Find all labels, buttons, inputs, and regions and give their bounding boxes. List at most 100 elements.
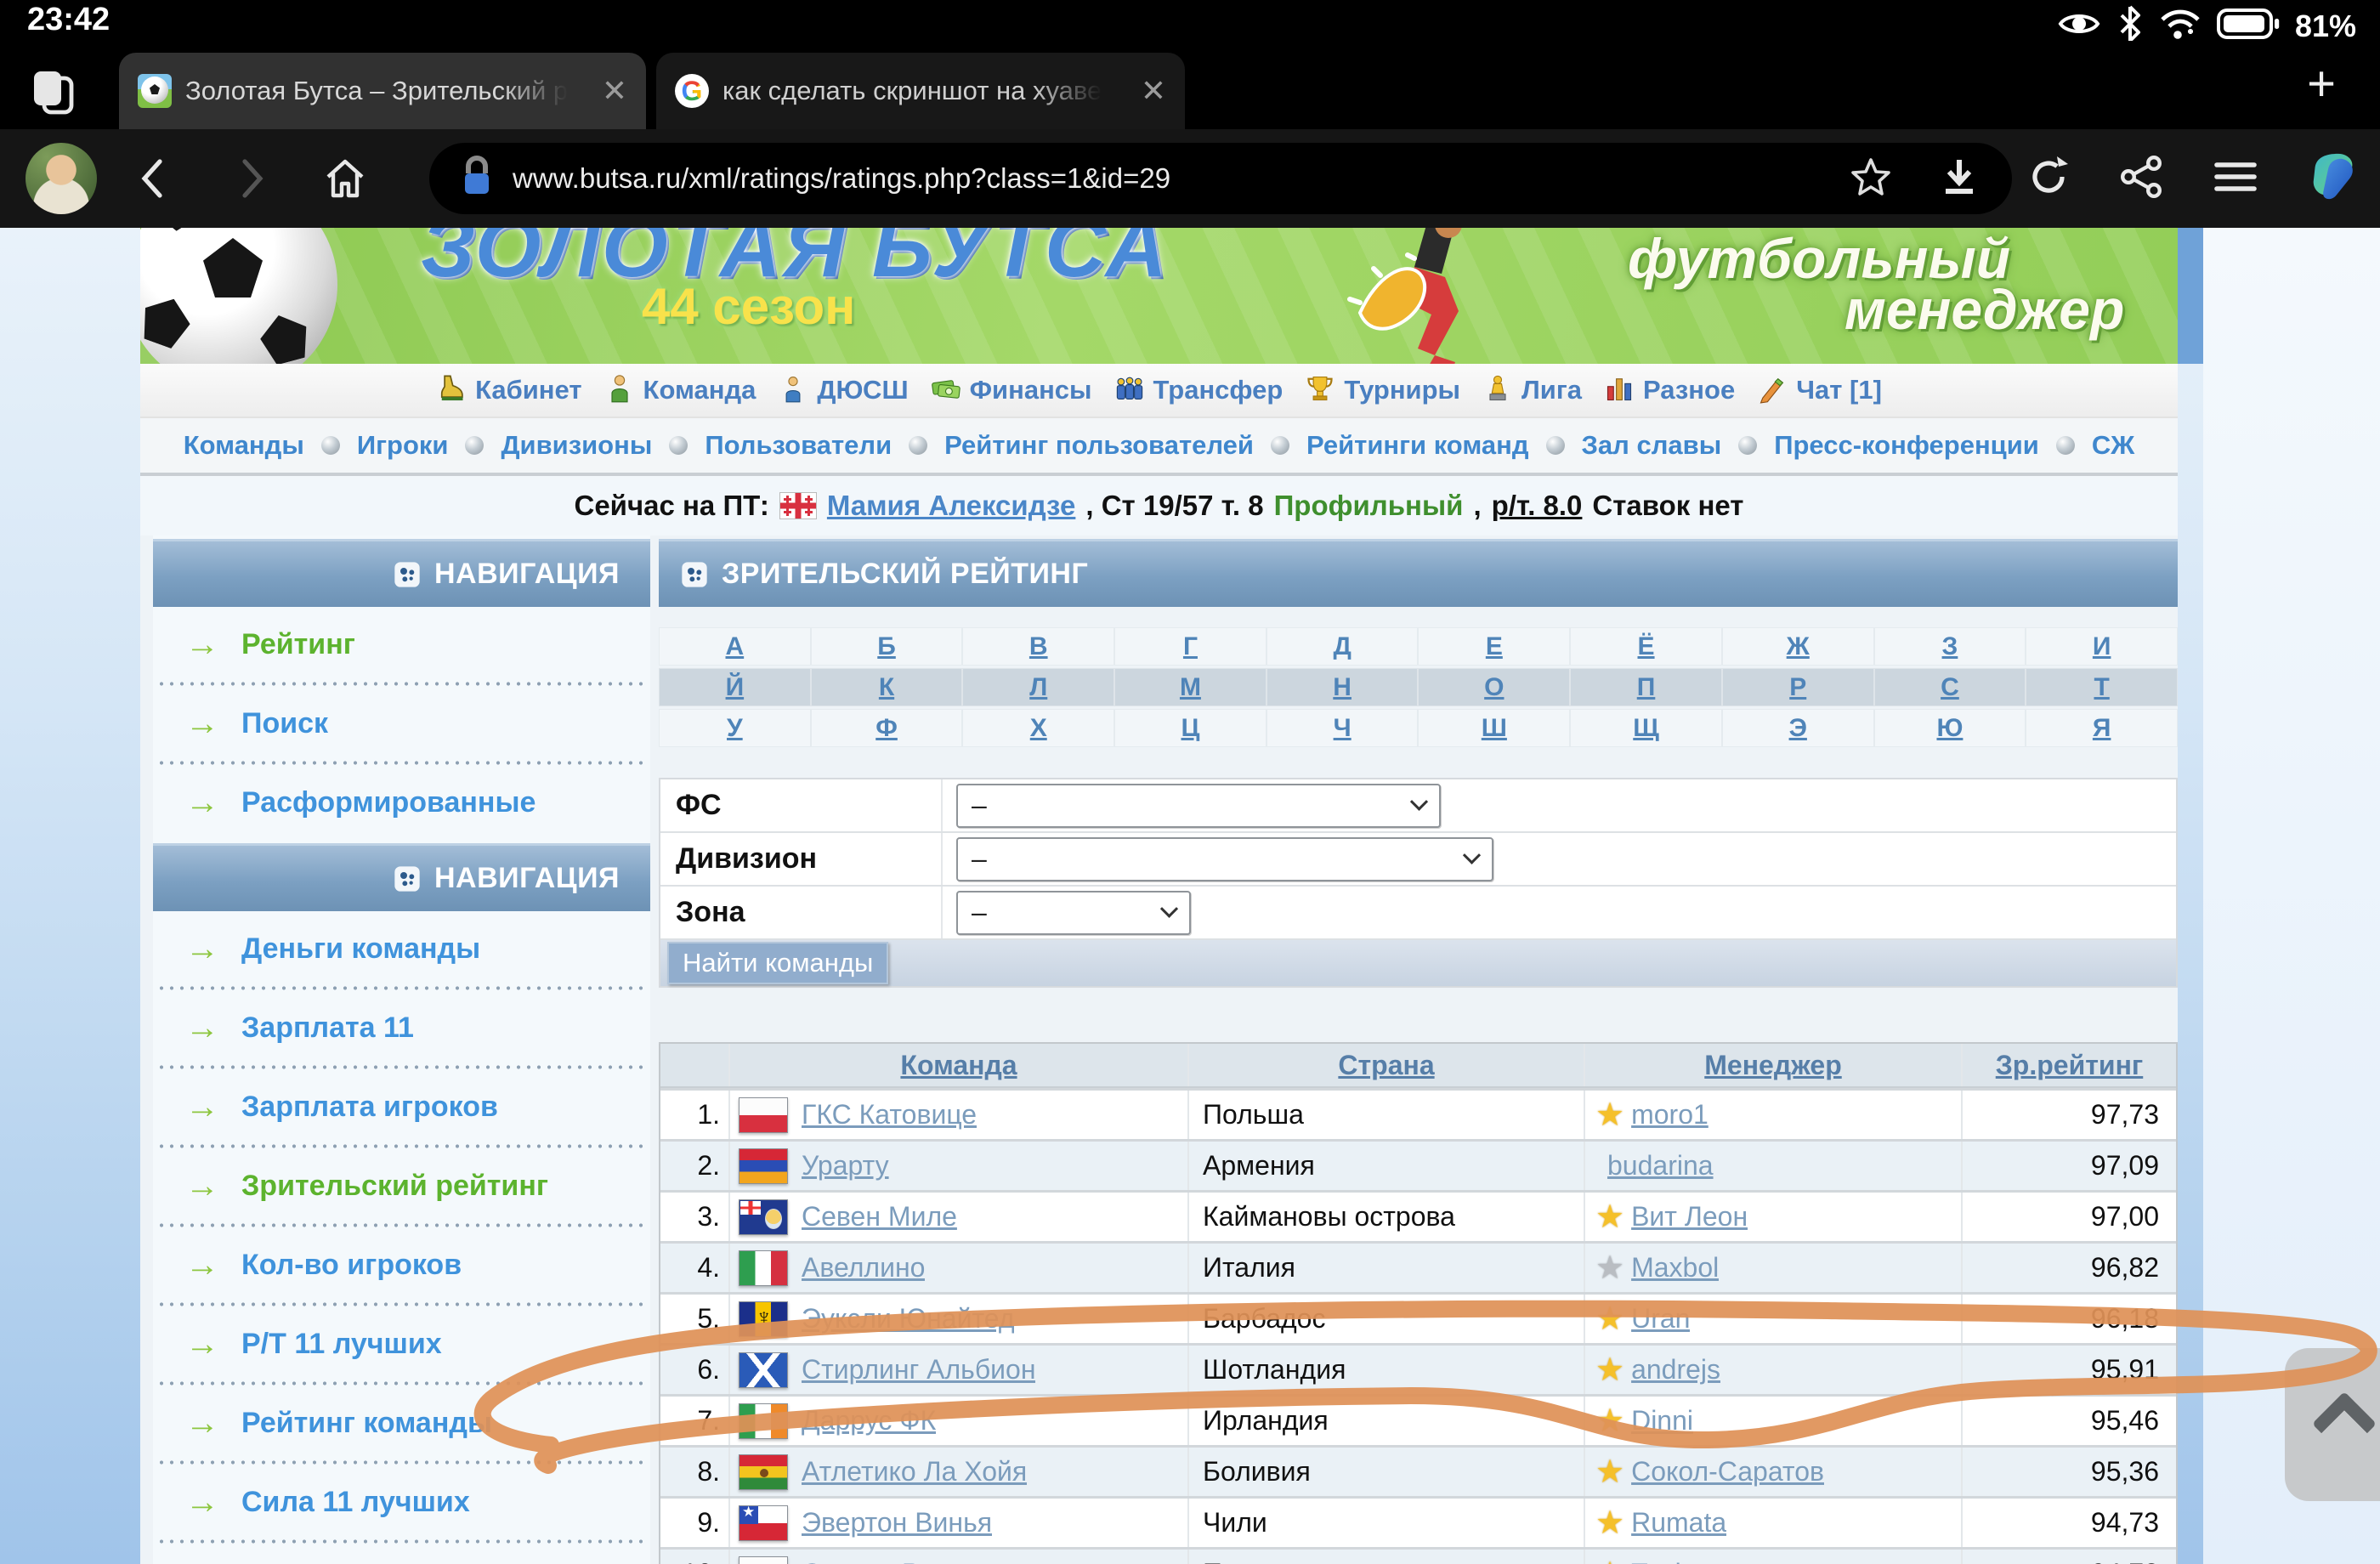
menu-link[interactable]: Трансфер — [1153, 375, 1284, 405]
close-tab-icon[interactable]: ✕ — [1141, 76, 1166, 106]
letter-link-Д[interactable]: Д — [1333, 632, 1351, 661]
sidebar-item-3[interactable]: →Зарплата игроков — [153, 1069, 650, 1144]
letter-link-У[interactable]: У — [727, 714, 743, 743]
download-icon[interactable] — [1937, 155, 1981, 203]
back-button[interactable] — [129, 155, 177, 202]
letter-link-Т[interactable]: Т — [2094, 673, 2109, 702]
menu-item-8[interactable]: Разное — [1604, 373, 1735, 408]
letter-link-П[interactable]: П — [1637, 673, 1656, 702]
team-link[interactable]: Эвертон Винья — [802, 1507, 992, 1538]
sidebar-link[interactable]: Поиск — [241, 707, 328, 740]
letter-link-Ж[interactable]: Ж — [1787, 632, 1810, 661]
letter-link-К[interactable]: К — [879, 673, 894, 702]
sidebar-item-6[interactable]: →Р/Т 11 лучших — [153, 1306, 650, 1381]
column-header-link[interactable]: Зр.рейтинг — [1996, 1050, 2144, 1081]
sidebar-link[interactable]: Р/Т 11 лучших — [241, 1328, 442, 1361]
sidebar-link[interactable]: Зарплата 11 — [241, 1012, 414, 1045]
letter-link-Ч[interactable]: Ч — [1334, 714, 1352, 743]
subnav-link-6[interactable]: Рейтинги команд — [1306, 430, 1529, 461]
team-link[interactable]: Орлета Решель — [802, 1558, 1000, 1564]
sidebar-link[interactable]: Кол-во игроков — [241, 1249, 462, 1282]
menu-link[interactable]: Финансы — [970, 375, 1092, 405]
sidebar-item-7[interactable]: →Рейтинг команды — [153, 1386, 650, 1460]
letter-link-Ф[interactable]: Ф — [876, 714, 898, 743]
now-rt-link[interactable]: р/т. 8.0 — [1492, 490, 1583, 522]
close-tab-icon[interactable]: ✕ — [602, 76, 627, 106]
menu-item-4[interactable]: Финансы — [931, 373, 1092, 408]
menu-item-2[interactable]: Команда — [604, 373, 756, 408]
tab-switcher-icon[interactable] — [26, 65, 83, 121]
letter-link-Ё[interactable]: Ё — [1638, 632, 1655, 661]
menu-item-3[interactable]: ДЮСШ — [778, 373, 908, 408]
menu-item-5[interactable]: Трансфер — [1114, 373, 1284, 408]
sidebar-link[interactable]: Расформированные — [241, 786, 536, 819]
filter-select-3[interactable]: – — [956, 891, 1191, 935]
bookmark-star-icon[interactable] — [1849, 155, 1893, 203]
manager-link[interactable]: Toniq — [1631, 1558, 1697, 1564]
team-link[interactable]: Атлетико Ла Хойя — [802, 1456, 1027, 1488]
sidebar-item-3[interactable]: →Расформированные — [153, 765, 650, 840]
letter-link-Б[interactable]: Б — [877, 632, 896, 661]
letter-link-З[interactable]: З — [1942, 632, 1958, 661]
menu-link[interactable]: Команда — [643, 375, 756, 405]
sidebar-item-9[interactable]: →Ср. возраст 11 — [153, 1544, 650, 1564]
avatar[interactable] — [26, 143, 97, 214]
current-user-link[interactable]: Мамия Алексидзе — [827, 490, 1075, 522]
subnav-link-1[interactable]: Команды — [184, 430, 304, 461]
manager-link[interactable]: Вит Леон — [1631, 1201, 1748, 1232]
column-header-link[interactable]: Команда — [900, 1050, 1017, 1081]
sidebar-item-1[interactable]: →Деньги команды — [153, 911, 650, 986]
manager-link[interactable]: Dinni — [1631, 1405, 1693, 1436]
team-link[interactable]: Даррус ФК — [802, 1405, 936, 1436]
column-header-link[interactable]: Страна — [1338, 1050, 1434, 1081]
new-tab-button[interactable]: + — [2307, 60, 2336, 109]
forward-button[interactable] — [228, 155, 275, 202]
team-link[interactable]: ГКС Катовице — [802, 1099, 977, 1130]
letter-link-С[interactable]: С — [1941, 673, 1959, 702]
manager-link[interactable]: Maxbol — [1631, 1252, 1719, 1284]
menu-link[interactable]: Кабинет — [475, 375, 581, 405]
manager-link[interactable]: Rumata — [1631, 1507, 1726, 1538]
letter-link-Э[interactable]: Э — [1789, 714, 1807, 743]
subnav-link-4[interactable]: Пользователи — [705, 430, 892, 461]
manager-link[interactable]: andrejs — [1631, 1354, 1720, 1386]
sidebar-link[interactable]: Рейтинг команды — [241, 1407, 492, 1440]
menu-link[interactable]: Разное — [1643, 375, 1735, 405]
letter-link-Ц[interactable]: Ц — [1181, 714, 1199, 743]
letter-link-Ш[interactable]: Ш — [1482, 714, 1507, 743]
letter-link-Ю[interactable]: Ю — [1936, 714, 1963, 743]
manager-link[interactable]: moro1 — [1631, 1099, 1708, 1130]
sidebar-item-8[interactable]: →Сила 11 лучших — [153, 1465, 650, 1539]
letter-link-О[interactable]: О — [1484, 673, 1504, 702]
url-text[interactable]: www.butsa.ru/xml/ratings/ratings.php?cla… — [513, 162, 1170, 195]
menu-link[interactable]: Чат [1] — [1796, 375, 1882, 405]
tab-google-search[interactable]: G как сделать скриншот на хуаве ✕ — [656, 53, 1185, 129]
sidebar-item-2[interactable]: →Зарплата 11 — [153, 990, 650, 1065]
team-link[interactable]: Севен Миле — [802, 1201, 957, 1232]
tab-butsa[interactable]: Золотая Бутса – Зрительский р ✕ — [119, 53, 646, 129]
letter-link-Г[interactable]: Г — [1183, 632, 1198, 661]
letter-link-Я[interactable]: Я — [2093, 714, 2111, 743]
menu-item-9[interactable]: Чат [1] — [1757, 373, 1882, 408]
sidebar-item-4[interactable]: →Зрительский рейтинг — [153, 1148, 650, 1223]
menu-link[interactable]: ДЮСШ — [817, 375, 908, 405]
sidebar-link[interactable]: Зарплата игроков — [241, 1091, 498, 1124]
team-link[interactable]: Урарту — [802, 1150, 889, 1182]
team-link[interactable]: Стирлинг Альбион — [802, 1354, 1035, 1386]
sidebar-link[interactable]: Зрительский рейтинг — [241, 1170, 548, 1203]
subnav-link-2[interactable]: Игроки — [357, 430, 449, 461]
team-link[interactable]: Авеллино — [802, 1252, 925, 1284]
letter-link-Е[interactable]: Е — [1486, 632, 1503, 661]
menu-item-1[interactable]: Кабинет — [436, 373, 581, 408]
share-icon[interactable] — [2118, 153, 2166, 205]
find-teams-button[interactable]: Найти команды — [667, 942, 888, 984]
subnav-link-9[interactable]: СЖ — [2092, 430, 2134, 461]
sidebar-link[interactable]: Деньги команды — [241, 932, 480, 966]
menu-item-6[interactable]: Турниры — [1305, 373, 1460, 408]
letter-link-Н[interactable]: Н — [1333, 673, 1352, 702]
menu-link[interactable]: Турниры — [1344, 375, 1460, 405]
sidebar-item-2[interactable]: →Поиск — [153, 686, 650, 761]
filter-select-2[interactable]: – — [956, 837, 1493, 881]
filter-select-1[interactable]: – — [956, 784, 1441, 828]
copilot-icon[interactable] — [2305, 150, 2358, 207]
